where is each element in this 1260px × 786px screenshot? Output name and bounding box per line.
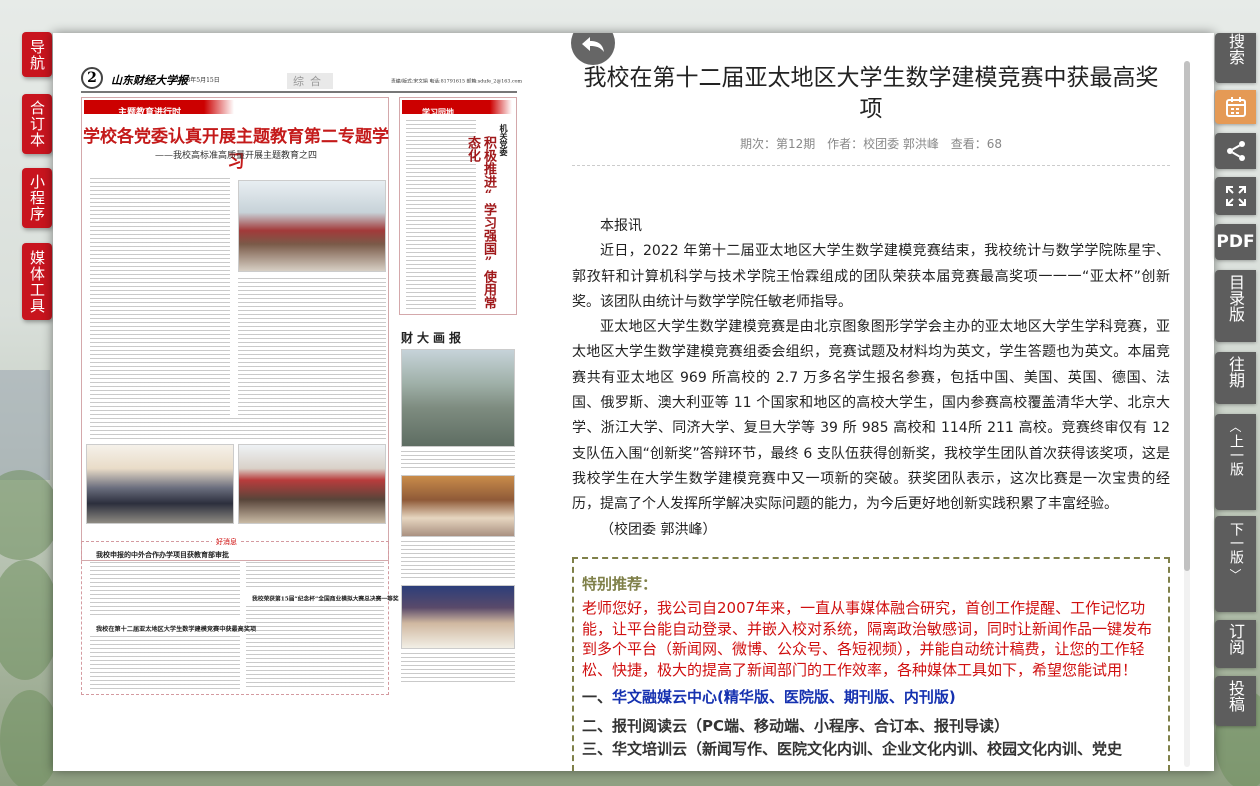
newspaper-page[interactable]: 2 山东财经大学报 2023年5月15日 综合 责编/版式:宋文娟 电话:817… [81, 65, 522, 695]
gallery-photo [401, 585, 515, 649]
past-issues-button[interactable]: 往期 [1215, 352, 1256, 404]
article: 我校在第十二届亚太地区大学生数学建模竞赛中获最高奖项 期次：第12期 作者：校团… [572, 63, 1170, 543]
article-content: 本报讯 近日，2022 年第十二届亚太地区大学生数学建模竞赛结束，我校统计与数学… [572, 214, 1170, 543]
caption-text [401, 541, 515, 581]
recommend-item: 二、报刊阅读云（PC端、移动端、小程序、合订本、报刊导读） [582, 717, 1010, 735]
text-columns [246, 606, 384, 690]
text-columns [90, 178, 230, 418]
catalog-button[interactable]: 目录版 [1215, 270, 1256, 342]
article-paragraph: 亚太地区大学生数学建模竞赛是由北京图象图形学学会主办的亚太地区大学生学科竞赛，亚… [572, 319, 1170, 513]
column-tag: 主题教育进行时 [84, 100, 234, 118]
caption-text [401, 451, 515, 471]
back-button[interactable] [571, 33, 615, 65]
recommend-title: 特别推荐： [582, 575, 658, 593]
gallery-title: 财大画报 [401, 331, 466, 345]
media-tools-button[interactable]: 媒体工具 [22, 243, 52, 320]
newspaper-header: 2 山东财经大学报 2023年5月15日 综合 责编/版式:宋文娟 电话:817… [81, 65, 522, 93]
news-photo [238, 444, 386, 524]
prev-page-button[interactable]: ︿ 上一版 [1215, 414, 1256, 510]
author-label: 作者：校团委 郭洪峰 [827, 137, 939, 151]
recommend-item: 三、华文培训云（新闻写作、医院文化内训、企业文化内训、校园文化内训、党史 [582, 740, 1123, 758]
column-tag: 学习园地 [402, 100, 512, 117]
header-info: 责编/版式:宋文娟 电话:81791615 邮箱:sdufe_2@163.com [391, 78, 523, 85]
gallery-photo [401, 349, 515, 447]
recommend-link[interactable]: 华文融媒云中心(精华版、医院版、期刊版、内刊版) [612, 688, 956, 706]
subscribe-button[interactable]: 订阅 [1215, 620, 1256, 668]
text-columns [246, 562, 384, 590]
fullscreen-button[interactable] [1215, 177, 1256, 215]
calendar-button[interactable] [1215, 90, 1256, 124]
article-paragraph: 近日，2022 年第十二届亚太地区大学生数学建模竞赛结束，我校统计与数学学院陈星… [572, 243, 1170, 310]
news-article-block[interactable]: 主题教育进行时 学校各党委认真开展主题教育第二专题学习 ——我校高标准高质量开展… [81, 97, 389, 561]
news-article-block[interactable]: 学习园地 机关党委 积极推进“学习强国”使用常态化 [399, 97, 517, 315]
share-button[interactable] [1215, 133, 1256, 169]
back-arrow-icon [582, 37, 604, 52]
vertical-subtitle: 机关党委 [499, 124, 509, 156]
main-panel: 2 山东财经大学报 2023年5月15日 综合 责编/版式:宋文娟 电话:817… [53, 33, 1214, 771]
search-button[interactable]: 搜索 [1215, 33, 1256, 83]
views-label: 查看：68 [950, 137, 1003, 151]
chevron-up-icon: ︿ [1229, 420, 1242, 434]
article-paragraph: 本报讯 [600, 218, 642, 234]
news-briefs-block[interactable]: 好消息 我校申报的中外合作办学项目获教育部审批 我校荣获第15届“纪念杯”全国商… [81, 537, 399, 695]
text-columns [90, 562, 240, 618]
divider [572, 165, 1170, 166]
submit-manuscript-button[interactable]: 投稿 [1215, 676, 1256, 726]
share-icon [1226, 141, 1245, 161]
paper-date: 2023年5月15日 [175, 77, 220, 84]
issue-label: 期次：第12期 [739, 137, 816, 151]
section-tag: 综合 [287, 73, 333, 89]
text-columns [90, 418, 386, 440]
scrollbar[interactable] [1184, 61, 1190, 767]
brief-headline: 我校在第十二届亚太地区大学生数学建模竞赛中获最高奖项 [96, 624, 257, 633]
next-page-button[interactable]: 下一版 ﹀ [1215, 516, 1256, 612]
text-columns [90, 636, 240, 690]
vertical-headline: 积极推进“学习强国”使用常态化 [465, 136, 496, 309]
recommend-item: 一、华文融媒云中心(精华版、医院版、期刊版、内刊版) [582, 688, 956, 706]
recommend-text: 老师您好，我公司自2007年来，一直从事媒体融合研究，首创工作提醒、工作记忆功能… [582, 599, 1153, 679]
briefs-tag: 好消息 [212, 537, 241, 547]
mini-program-button[interactable]: 小程序 [22, 168, 52, 228]
news-photo [86, 444, 234, 524]
bound-volume-button[interactable]: 合订本 [22, 94, 52, 154]
fullscreen-icon [1225, 186, 1246, 206]
news-headline: 学校各党委认真开展主题教育第二专题学习 [83, 127, 389, 172]
page-number: 2 [81, 67, 103, 89]
recommend-box: 特别推荐： 老师您好，我公司自2007年来，一直从事媒体融合研究，首创工作提醒、… [572, 557, 1170, 771]
article-meta: 期次：第12期 作者：校团委 郭洪峰 查看：68 [572, 135, 1170, 152]
calendar-icon [1225, 97, 1246, 117]
gallery-photo [401, 475, 515, 537]
article-title: 我校在第十二届亚太地区大学生数学建模竞赛中获最高奖项 [583, 65, 1159, 122]
news-photo [238, 180, 386, 272]
brief-headline: 我校申报的中外合作办学项目获教育部审批 [96, 550, 229, 559]
text-columns [238, 278, 386, 418]
chevron-down-icon: ﹀ [1229, 568, 1242, 582]
photo-gallery-block[interactable]: 财大画报 [399, 327, 517, 695]
news-subhead: ——我校高标准高质量开展主题教育之四 [154, 151, 317, 161]
article-byline: （校团委 郭洪峰） [600, 521, 717, 538]
scrollbar-thumb[interactable] [1184, 61, 1190, 571]
caption-text [401, 653, 515, 683]
nav-button[interactable]: 导航 [22, 32, 52, 77]
brief-headline: 我校荣获第15届“纪念杯”全国商业模拟大赛总决赛一等奖 [252, 594, 399, 603]
pdf-button[interactable]: PDF [1215, 224, 1256, 260]
